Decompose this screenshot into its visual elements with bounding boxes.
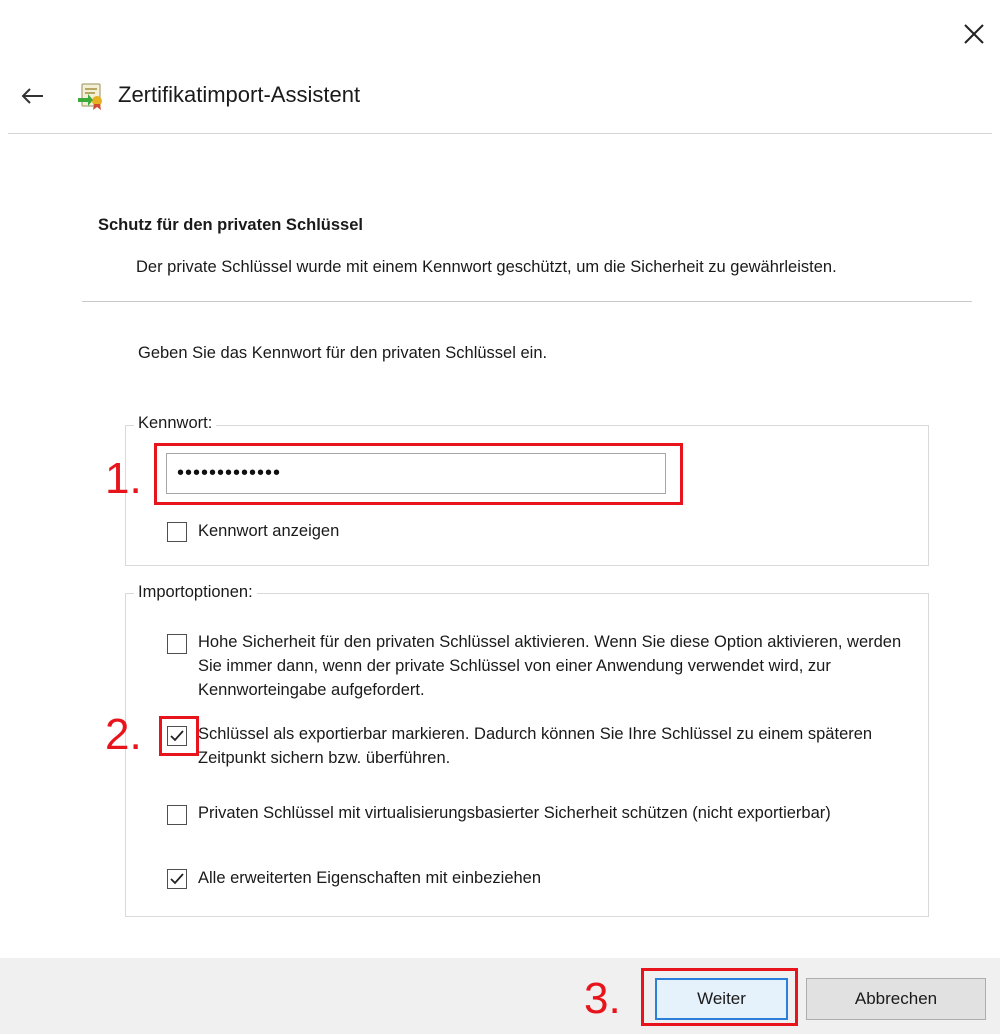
back-arrow-icon <box>21 88 43 104</box>
certificate-import-icon <box>76 80 108 112</box>
annotation-step-1: 1. <box>105 454 142 503</box>
vbs-protection-label: Privaten Schlüssel mit virtualisierungsb… <box>198 804 831 822</box>
back-button[interactable] <box>12 78 52 114</box>
exportable-label: Schlüssel als exportierbar markieren. Da… <box>198 725 873 767</box>
header-divider <box>82 301 972 302</box>
extended-properties-checkbox[interactable] <box>167 869 187 889</box>
annotation-box-1 <box>154 443 683 505</box>
show-password-label: Kennwort anzeigen <box>198 522 340 540</box>
annotation-step-3: 3. <box>584 974 621 1023</box>
title-divider <box>8 133 992 134</box>
import-options-group-label: Importoptionen: <box>134 583 257 602</box>
high-security-label: Hohe Sicherheit für den privaten Schlüss… <box>198 633 902 699</box>
annotation-box-3 <box>641 968 798 1026</box>
close-icon <box>964 24 984 44</box>
high-security-checkbox[interactable] <box>167 634 187 654</box>
annotation-step-2: 2. <box>105 710 142 759</box>
show-password-checkbox[interactable] <box>167 522 187 542</box>
window-title: Zertifikatimport-Assistent <box>118 82 361 107</box>
annotation-box-2 <box>159 716 199 756</box>
cancel-button[interactable]: Abbrechen <box>806 978 986 1020</box>
password-group-label: Kennwort: <box>134 414 217 433</box>
close-button[interactable] <box>952 14 996 54</box>
vbs-protection-checkbox[interactable] <box>167 805 187 825</box>
page-title: Schutz für den privaten Schlüssel <box>98 216 363 234</box>
checkmark-icon <box>170 873 184 885</box>
extended-properties-label: Alle erweiterten Eigenschaften mit einbe… <box>198 869 542 887</box>
page-description: Der private Schlüssel wurde mit einem Ke… <box>136 258 837 276</box>
instruction-text: Geben Sie das Kennwort für den privaten … <box>138 344 548 362</box>
